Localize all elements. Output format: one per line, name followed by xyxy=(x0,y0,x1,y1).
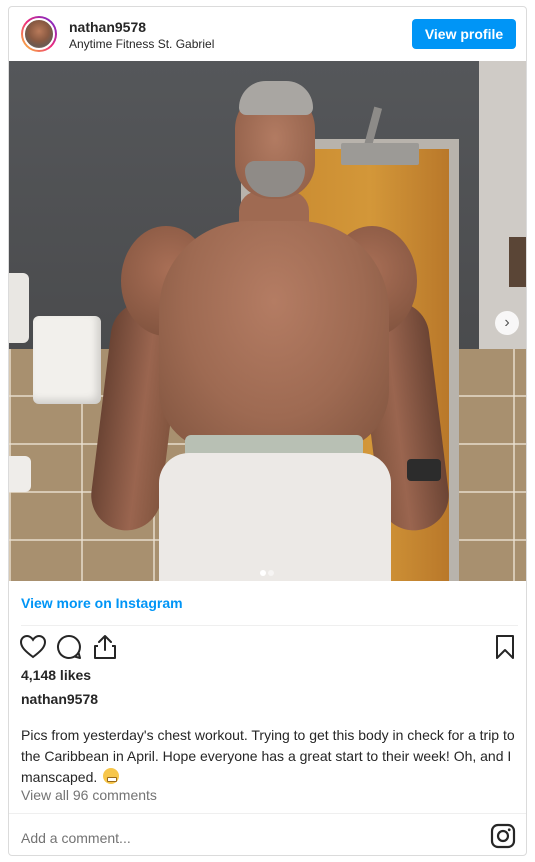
action-bar xyxy=(19,633,518,663)
caption: Pics from yesterday's chest workout. Try… xyxy=(21,725,517,788)
carousel-dot xyxy=(268,570,274,576)
caption-text: Pics from yesterday's chest workout. Try… xyxy=(21,727,515,785)
dispenser xyxy=(9,273,29,343)
person-shorts xyxy=(159,453,391,581)
add-comment-input[interactable]: Add a comment... xyxy=(21,830,131,846)
comment-icon[interactable] xyxy=(55,633,83,661)
post-photo[interactable]: › xyxy=(9,61,526,581)
avatar[interactable] xyxy=(21,16,57,52)
share-icon[interactable] xyxy=(91,633,119,661)
caption-username[interactable]: nathan9578 xyxy=(21,691,98,707)
background-wall-right xyxy=(479,61,526,351)
person-hair xyxy=(239,81,313,115)
carousel-dot-active xyxy=(260,570,266,576)
hand-dryer xyxy=(33,316,101,404)
person-torso xyxy=(159,221,389,451)
bookmark-icon[interactable] xyxy=(491,633,519,661)
wall-hook xyxy=(509,237,526,287)
door-closer xyxy=(341,143,419,165)
view-more-link[interactable]: View more on Instagram xyxy=(21,595,183,611)
like-count[interactable]: 4,148 likes xyxy=(21,667,91,683)
view-comments-link[interactable]: View all 96 comments xyxy=(21,787,157,803)
post-header: nathan9578 Anytime Fitness St. Gabriel V… xyxy=(9,7,526,61)
view-profile-button[interactable]: View profile xyxy=(412,19,516,49)
location[interactable]: Anytime Fitness St. Gabriel xyxy=(69,37,214,51)
divider xyxy=(21,625,518,626)
username[interactable]: nathan9578 xyxy=(69,19,146,35)
instagram-icon[interactable] xyxy=(490,823,516,849)
carousel-dots xyxy=(259,563,275,581)
carousel-next-button[interactable]: › xyxy=(495,311,519,335)
heart-icon[interactable] xyxy=(19,633,47,661)
wristwatch xyxy=(407,459,441,481)
sink xyxy=(9,456,31,492)
chevron-right-icon: › xyxy=(504,314,510,331)
grimacing-face-emoji xyxy=(103,768,120,784)
divider xyxy=(9,813,526,814)
instagram-embed-card: nathan9578 Anytime Fitness St. Gabriel V… xyxy=(8,6,527,856)
avatar-image xyxy=(23,18,55,50)
